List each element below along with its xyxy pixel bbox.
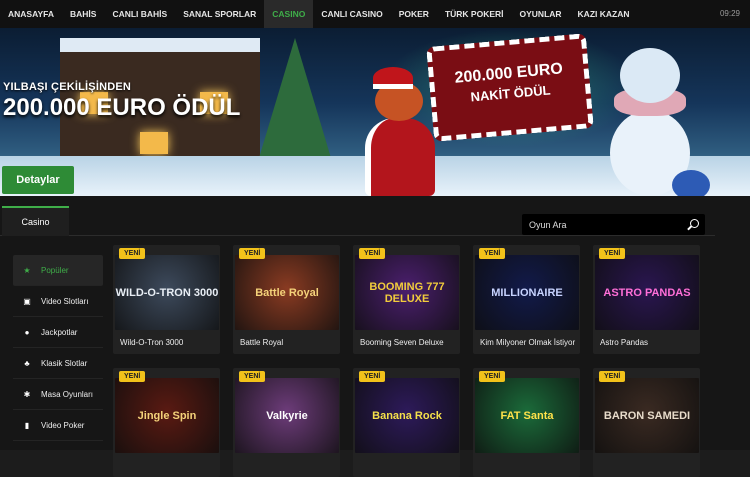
game-name[interactable]: Kim Milyoner Olmak İstiyor: [480, 338, 576, 347]
game-thumbnail[interactable]: Battle Royal: [235, 255, 339, 330]
search-icon[interactable]: [690, 219, 699, 228]
new-badge: YENİ: [239, 371, 266, 382]
nav-item-canli-casino[interactable]: CANLI CASINO: [313, 0, 390, 28]
game-card[interactable]: Jingle Spin YENİ: [113, 368, 220, 477]
nav-item-anasayfa[interactable]: ANASAYFA: [0, 0, 62, 28]
game-art-title: WILD-O-TRON 3000: [115, 286, 219, 299]
sidebar-item-label: Video Slotları: [41, 296, 89, 306]
game-thumbnail[interactable]: BOOMING 777 DELUXE: [355, 255, 459, 330]
game-name[interactable]: Booming Seven Deluxe: [360, 338, 456, 347]
new-badge: YENİ: [359, 371, 386, 382]
new-badge: YENİ: [359, 248, 386, 259]
game-art-title: BARON SAMEDI: [603, 409, 691, 422]
new-badge: YENİ: [599, 248, 626, 259]
top-navigation: ANASAYFA BAHİS CANLI BAHİS SANAL SPORLAR CAS…: [0, 0, 750, 28]
clock: 09:29: [719, 9, 740, 18]
nav-item-poker[interactable]: POKER: [391, 0, 437, 28]
game-art-title: Jingle Spin: [137, 409, 197, 422]
category-sidebar: ★ Popüler ▣ Video Slotları ● Jackpotlar ♣ Klasi…: [13, 255, 103, 441]
game-art-title: FAT Santa: [500, 409, 554, 422]
game-thumbnail[interactable]: Valkyrie: [235, 378, 339, 453]
game-card[interactable]: WILD-O-TRON 3000 YENİ Wild-O-Tron 3000: [113, 245, 220, 354]
game-art-title: BOOMING 777 DELUXE: [369, 280, 445, 305]
game-name[interactable]: Astro Pandas: [600, 338, 696, 347]
nav-item-bahi̇s[interactable]: BAHİS: [62, 0, 104, 28]
casino-section: Casino ★ Popüler ▣ Video Slotları ● Jackpotla…: [0, 196, 750, 477]
game-thumbnail[interactable]: ASTRO PANDAS: [595, 255, 699, 330]
star-icon: ★: [23, 265, 31, 275]
nav-item-oyunlar[interactable]: OYUNLAR: [512, 0, 570, 28]
new-badge: YENİ: [479, 371, 506, 382]
game-card[interactable]: Banana Rock YENİ: [353, 368, 460, 477]
sidebar-item-label: Popüler: [41, 265, 69, 275]
sidebar-item-label: Jackpotlar: [41, 327, 78, 337]
game-name[interactable]: Battle Royal: [240, 338, 336, 347]
chip-icon: ✱: [23, 389, 31, 399]
sidebar-item-klasik-slotlar[interactable]: ♣ Klasik Slotlar: [13, 348, 103, 379]
game-card[interactable]: BARON SAMEDI YENİ: [593, 368, 700, 477]
new-badge: YENİ: [239, 248, 266, 259]
new-badge: YENİ: [599, 371, 626, 382]
game-card[interactable]: Battle Royal YENİ Battle Royal: [233, 245, 340, 354]
game-card[interactable]: MILLIONAIRE YENİ Kim Milyoner Olmak İstiyo…: [473, 245, 580, 354]
nav-item-canli-bahi̇s[interactable]: CANLI BAHİS: [104, 0, 175, 28]
search-input[interactable]: [522, 214, 682, 235]
game-art-title: Battle Royal: [255, 286, 319, 299]
promo-banner[interactable]: 200.000 EURO NAKİT ÖDÜL YILBAŞI ÇEKİLİŞİ…: [0, 28, 750, 196]
sidebar-item-label: Masa Oyunları: [41, 389, 94, 399]
sidebar-item-label: Klasik Slotlar: [41, 358, 88, 368]
game-art-title: ASTRO PANDAS: [603, 286, 691, 299]
game-art-title: Valkyrie: [266, 409, 308, 422]
sidebar-item-video-slotları[interactable]: ▣ Video Slotları: [13, 286, 103, 317]
game-thumbnail[interactable]: WILD-O-TRON 3000: [115, 255, 219, 330]
sidebar-item-masa-oyunları[interactable]: ✱ Masa Oyunları: [13, 379, 103, 410]
hero-text: YILBAŞI ÇEKİLİŞİNDEN 200.000 EURO ÖDÜL: [3, 81, 240, 122]
nav-item-sanal-sporlar[interactable]: SANAL SPORLAR: [175, 0, 264, 28]
sidebar-item-video-poker[interactable]: ▮ Video Poker: [13, 410, 103, 441]
game-card[interactable]: BOOMING 777 DELUXE YENİ Booming Seven Delu…: [353, 245, 460, 354]
game-art-title: MILLIONAIRE: [491, 286, 563, 299]
game-thumbnail[interactable]: Jingle Spin: [115, 378, 219, 453]
game-card[interactable]: FAT Santa YENİ: [473, 368, 580, 477]
game-thumbnail[interactable]: MILLIONAIRE: [475, 255, 579, 330]
nav-item-casino[interactable]: CASINO: [264, 0, 314, 28]
nav-item-kazi-kazan[interactable]: KAZI KAZAN: [570, 0, 638, 28]
sidebar-item-jackpotlar[interactable]: ● Jackpotlar: [13, 317, 103, 348]
prize-sign: 200.000 EURO NAKİT ÖDÜL: [426, 33, 594, 142]
game-search[interactable]: [522, 214, 705, 235]
game-name[interactable]: Wild-O-Tron 3000: [120, 338, 216, 347]
nav-item-türk-pokeri̇[interactable]: TÜRK POKERİ: [437, 0, 512, 28]
card-icon: ▮: [24, 420, 30, 430]
game-card[interactable]: Valkyrie YENİ: [233, 368, 340, 477]
new-badge: YENİ: [479, 248, 506, 259]
snowman-illustration: [600, 48, 710, 196]
hero-subtitle: YILBAŞI ÇEKİLİŞİNDEN: [3, 81, 132, 93]
game-thumbnail[interactable]: Banana Rock: [355, 378, 459, 453]
sidebar-item-popüler[interactable]: ★ Popüler: [13, 255, 103, 286]
game-card[interactable]: ASTRO PANDAS YENİ Astro Pandas: [593, 245, 700, 354]
tab-casino[interactable]: Casino: [2, 206, 69, 236]
new-badge: YENİ: [119, 248, 146, 259]
details-button[interactable]: Detaylar: [2, 166, 74, 194]
game-thumbnail[interactable]: BARON SAMEDI: [595, 378, 699, 453]
sidebar-item-label: Video Poker: [41, 420, 85, 430]
new-badge: YENİ: [119, 371, 146, 382]
game-thumbnail[interactable]: FAT Santa: [475, 378, 579, 453]
cherry-icon: ♣: [24, 358, 30, 368]
slot-icon: ▣: [23, 296, 31, 306]
bag-icon: ●: [24, 327, 30, 337]
game-art-title: Banana Rock: [372, 409, 442, 422]
hero-title: 200.000 EURO ÖDÜL: [3, 94, 241, 121]
